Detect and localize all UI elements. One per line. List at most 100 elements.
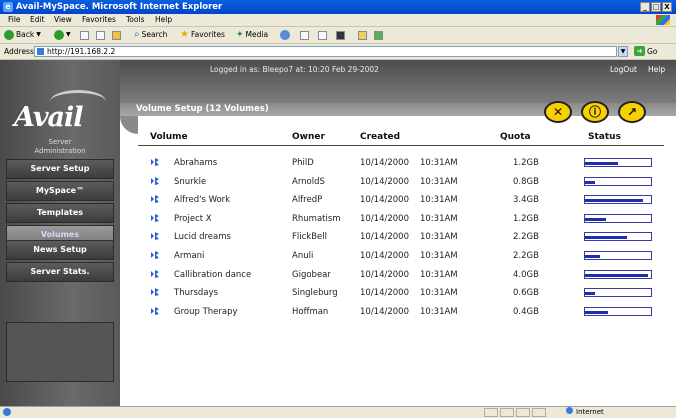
security-zone: Internet	[566, 407, 604, 418]
table-row[interactable]: Callibration dance Gigobear 10/14/2000 10:3…	[150, 267, 670, 284]
volume-name[interactable]: Thursdays	[174, 288, 218, 298]
history-button[interactable]	[280, 27, 290, 43]
go-arrow-icon: ➜	[634, 46, 645, 56]
stop-button[interactable]	[80, 27, 89, 43]
address-dropdown-button[interactable]: ▼	[618, 46, 628, 57]
created-time: 10:31AM	[420, 195, 458, 206]
created-date: 10/14/2000	[360, 176, 409, 187]
page-content: Logged in as: Bleepo7 at: 10:20 Feb 29-2…	[0, 60, 676, 406]
volume-owner: Gigobear	[292, 269, 331, 280]
col-quota[interactable]: Quota	[500, 132, 531, 142]
nav-server-stats[interactable]: Server Stats.	[6, 262, 114, 282]
table-row[interactable]: Armani Anuli 10/14/2000 10:31AM 2.2GB	[150, 248, 670, 265]
volume-name[interactable]: Callibration dance	[174, 270, 251, 280]
address-bar: Address http://191.168.2.2 ▼ ➜ Go	[0, 44, 676, 60]
table-row[interactable]: Alfred's Work AlfredP 10/14/2000 10:31AM 3.4…	[150, 192, 670, 209]
menu-file[interactable]: File	[8, 14, 21, 26]
created-time: 10:31AM	[420, 158, 458, 168]
volume-owner: Singleburg	[292, 288, 338, 299]
stop-icon	[80, 30, 89, 40]
created-time: 10:31AM	[420, 288, 458, 299]
menu-view[interactable]: View	[54, 14, 72, 26]
volume-icon	[151, 288, 159, 297]
volume-name[interactable]: Armani	[174, 251, 204, 261]
status-bar-gauge	[584, 251, 652, 260]
col-owner[interactable]: Owner	[292, 132, 325, 142]
col-volume[interactable]: Volume	[150, 132, 188, 142]
status-bar-fill	[585, 180, 595, 184]
volume-quota: 1.2GB	[513, 213, 539, 224]
volume-icon	[151, 251, 159, 259]
edit-button[interactable]	[336, 27, 345, 43]
browser-window: e Avail-MySpace. Microsoft Internet Expl…	[0, 0, 676, 418]
nav-server-setup[interactable]: Server Setup	[6, 159, 114, 179]
table-row[interactable]: Snurkle ArnoldS 10/14/2000 10:31AM 0.8GB	[150, 174, 670, 191]
help-link[interactable]: Help	[648, 65, 665, 74]
volume-name[interactable]: Abrahams	[174, 158, 217, 168]
minimize-button[interactable]: _	[640, 2, 650, 12]
media-button[interactable]: ✦ Media	[236, 27, 268, 43]
volume-owner: Hoffman	[292, 306, 329, 317]
col-created[interactable]: Created	[360, 132, 400, 142]
messenger-icon	[374, 30, 383, 40]
table-row[interactable]: Project X Rhumatism 10/14/2000 10:31AM 1.2GB	[150, 211, 670, 228]
messenger-button[interactable]	[374, 27, 383, 43]
status-bar-fill	[585, 310, 608, 314]
volume-owner: AlfredP	[292, 195, 323, 206]
created-date: 10/14/2000	[360, 288, 409, 299]
nav-templates[interactable]: Templates	[6, 203, 114, 223]
media-icon: ✦	[236, 30, 244, 40]
created-date: 10/14/2000	[360, 232, 409, 243]
status-bar-gauge	[584, 195, 652, 205]
avail-logo: Avail	[14, 102, 84, 133]
address-url: http://191.168.2.2	[47, 47, 116, 56]
status-bar-fill	[585, 255, 600, 258]
volume-quota: 2.2GB	[513, 232, 539, 243]
volume-name[interactable]: Alfred's Work	[174, 195, 230, 205]
table-row[interactable]: Group Therapy Hoffman 10/14/2000 10:31AM 0.4…	[150, 304, 670, 321]
address-input[interactable]: http://191.168.2.2	[34, 46, 617, 57]
status-bar-fill	[585, 236, 627, 240]
ie-logo-icon: e	[3, 2, 13, 12]
table-row[interactable]: Thursdays Singleburg 10/14/2000 10:31AM 0.6G…	[150, 285, 670, 302]
search-button[interactable]: ⌕ Search	[134, 27, 167, 43]
status-bar-fill	[585, 199, 643, 203]
windows-flag-icon	[656, 15, 670, 25]
menu-favorites[interactable]: Favorites	[82, 14, 116, 26]
forward-button[interactable]: ▼	[54, 27, 71, 43]
home-button[interactable]	[112, 27, 121, 43]
print-button[interactable]	[318, 27, 327, 43]
created-date: 10/14/2000	[360, 306, 409, 317]
stats-button[interactable]: ↗	[618, 101, 646, 123]
nav-news-setup[interactable]: News Setup	[6, 240, 114, 260]
volume-name[interactable]: Group Therapy	[174, 307, 238, 317]
volume-name[interactable]: Project X	[174, 214, 212, 224]
menu-edit[interactable]: Edit	[30, 14, 45, 26]
delete-volume-button[interactable]: ✕	[544, 101, 572, 123]
back-button[interactable]: Back ▼	[4, 27, 41, 43]
status-bar-fill	[585, 292, 595, 296]
table-row[interactable]: Abrahams PhilD 10/14/2000 10:31AM 1.2GB	[150, 155, 670, 172]
media-label: Media	[245, 30, 269, 39]
menu-tools[interactable]: Tools	[126, 14, 144, 26]
refresh-button[interactable]	[96, 27, 105, 43]
nav-myspace[interactable]: MySpace™	[6, 181, 114, 201]
status-bar-gauge	[584, 306, 652, 316]
go-button[interactable]: ➜ Go	[634, 46, 657, 56]
folder-button[interactable]	[358, 27, 367, 43]
sidebar-footer-panel	[6, 322, 114, 382]
mail-button[interactable]	[300, 27, 309, 43]
status-bar-fill	[585, 162, 618, 165]
maximize-button[interactable]: □	[651, 2, 661, 12]
table-row[interactable]: Lucid dreams FlickBell 10/14/2000 10:31AM 2.…	[150, 229, 670, 246]
menu-help[interactable]: Help	[155, 14, 172, 26]
panel-corner	[120, 116, 138, 134]
volume-name[interactable]: Lucid dreams	[174, 232, 231, 242]
logout-link[interactable]: LogOut	[610, 65, 637, 74]
favorites-button[interactable]: ★ Favorites	[180, 27, 225, 43]
close-button[interactable]: X	[662, 2, 672, 12]
created-date: 10/14/2000	[360, 195, 409, 206]
info-button[interactable]: ⓘ	[581, 101, 609, 123]
volume-name[interactable]: Snurkle	[174, 177, 206, 187]
col-status[interactable]: Status	[588, 132, 621, 142]
